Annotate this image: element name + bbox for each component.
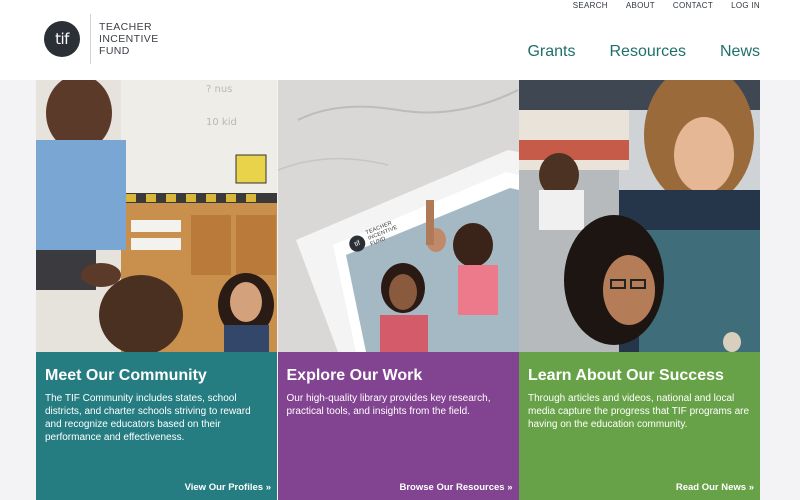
panel-community[interactable]: ? nus 10 kid Meet Our Community The TIF … bbox=[36, 80, 277, 500]
panel-title: Meet Our Community bbox=[45, 367, 207, 384]
main-nav: Grants Resources News bbox=[527, 43, 760, 61]
community-caption: Meet Our Community The TIF Community inc… bbox=[36, 352, 277, 500]
logo-wordmark: TEACHER INCENTIVE FUND bbox=[99, 21, 159, 57]
nav-link-grants[interactable]: Grants bbox=[527, 43, 575, 61]
utility-link-search[interactable]: SEARCH bbox=[573, 1, 608, 10]
panel-work[interactable]: tif TEACHER INCENTIVE FUND Explore Our W… bbox=[277, 80, 519, 500]
chalkboard-line-2: 10 kid bbox=[206, 117, 237, 128]
browse-resources-link[interactable]: Browse Our Resources » bbox=[400, 482, 513, 493]
success-caption: Learn About Our Success Through articles… bbox=[519, 352, 760, 500]
utility-link-login[interactable]: LOG IN bbox=[731, 1, 760, 10]
panel-description: The TIF Community includes states, schoo… bbox=[45, 393, 251, 443]
logo-mark: tif bbox=[44, 21, 80, 57]
feature-panels: ? nus 10 kid Meet Our Community The TIF … bbox=[36, 80, 760, 500]
read-news-link[interactable]: Read Our News » bbox=[676, 482, 754, 493]
logo-line-3: FUND bbox=[99, 45, 130, 57]
utility-link-contact[interactable]: CONTACT bbox=[673, 1, 713, 10]
work-caption: Explore Our Work Our high-quality librar… bbox=[277, 352, 519, 500]
site-header: tif TEACHER INCENTIVE FUND SEARCH ABOUT … bbox=[0, 0, 800, 80]
utility-link-about[interactable]: ABOUT bbox=[626, 1, 655, 10]
success-photo bbox=[519, 80, 760, 352]
community-photo: ? nus 10 kid bbox=[36, 80, 277, 352]
logo-divider bbox=[90, 14, 91, 64]
panel-success[interactable]: Learn About Our Success Through articles… bbox=[519, 80, 760, 500]
panel-title: Explore Our Work bbox=[286, 367, 423, 384]
nav-link-news[interactable]: News bbox=[720, 43, 760, 61]
work-photo bbox=[277, 80, 519, 352]
chalkboard-line-1: ? nus bbox=[206, 84, 232, 95]
panel-description: Our high-quality library provides key re… bbox=[286, 393, 491, 417]
utility-nav: SEARCH ABOUT CONTACT LOG IN bbox=[573, 1, 760, 10]
panel-description: Through articles and videos, national an… bbox=[528, 393, 750, 430]
logo-line-2: INCENTIVE bbox=[99, 33, 159, 45]
view-profiles-link[interactable]: View Our Profiles » bbox=[185, 482, 271, 493]
nav-link-resources[interactable]: Resources bbox=[610, 43, 686, 61]
logo-line-1: TEACHER bbox=[99, 21, 152, 33]
panel-title: Learn About Our Success bbox=[528, 367, 724, 384]
site-logo[interactable]: tif TEACHER INCENTIVE FUND bbox=[44, 14, 159, 64]
